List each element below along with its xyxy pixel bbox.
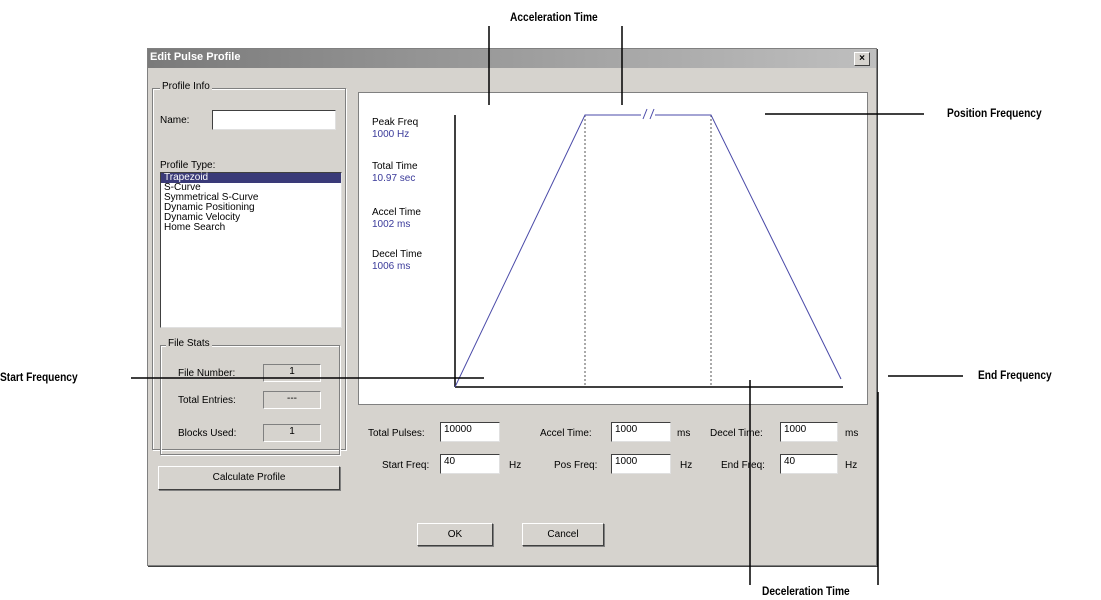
velocity-profile-graph — [454, 108, 843, 388]
decel-unit: ms — [845, 428, 859, 439]
pos-freq-field[interactable]: 1000 — [611, 454, 671, 474]
ok-button[interactable]: OK — [417, 523, 493, 546]
position-frequency-callout: Position Frequency — [947, 106, 1042, 120]
start-unit: Hz — [509, 460, 522, 471]
profile-line-end — [655, 114, 842, 380]
list-item[interactable]: Home Search — [161, 223, 341, 233]
profile-chart-panel: Peak Freq 1000 Hz Total Time 10.97 sec A… — [358, 92, 868, 405]
profile-info-label: Profile Info — [160, 81, 212, 92]
file-number-label: File Number: — [178, 368, 236, 379]
name-label: Name: — [160, 115, 190, 126]
profile-type-list[interactable]: Trapezoid S-Curve Symmetrical S-Curve Dy… — [160, 172, 342, 328]
decel-time-field-label: Decel Time: — [710, 428, 763, 439]
close-button[interactable]: × — [854, 52, 870, 66]
close-icon: × — [859, 53, 865, 64]
end-freq-label: End Freq: — [721, 460, 765, 471]
end-frequency-callout: End Frequency — [978, 368, 1052, 382]
acceleration-time-callout: Acceleration Time — [510, 10, 598, 24]
total-pulses-label: Total Pulses: — [368, 428, 425, 439]
total-entries-label: Total Entries: — [178, 395, 236, 406]
pos-freq-label: Pos Freq: — [554, 460, 598, 471]
dialog-title: Edit Pulse Profile — [150, 51, 241, 63]
total-entries-value: --- — [263, 391, 321, 409]
total-pulses-field[interactable]: 10000 — [440, 422, 500, 442]
accel-time-field-label: Accel Time: — [540, 428, 592, 439]
deceleration-time-callout: Deceleration Time — [762, 584, 850, 598]
end-freq-field[interactable]: 40 — [780, 454, 838, 474]
name-field[interactable] — [212, 110, 336, 130]
end-unit: Hz — [845, 460, 858, 471]
pos-unit: Hz — [680, 460, 693, 471]
blocks-used-label: Blocks Used: — [178, 428, 237, 439]
title-bar[interactable]: Edit Pulse Profile × — [148, 49, 876, 68]
accel-time-field[interactable]: 1000 — [611, 422, 671, 442]
break-mark-right — [649, 108, 655, 120]
start-freq-field[interactable]: 40 — [440, 454, 500, 474]
cancel-button[interactable]: Cancel — [522, 523, 604, 546]
break-mark-left — [642, 108, 648, 120]
profile-type-label: Profile Type: — [160, 160, 216, 171]
calculate-profile-button[interactable]: Calculate Profile — [158, 466, 340, 490]
file-number-value: 1 — [263, 364, 321, 382]
blocks-used-value: 1 — [263, 424, 321, 442]
start-freq-label: Start Freq: — [382, 460, 430, 471]
profile-line — [454, 114, 641, 388]
accel-unit: ms — [677, 428, 691, 439]
decel-time-field[interactable]: 1000 — [780, 422, 838, 442]
file-stats-label: File Stats — [166, 338, 212, 349]
start-frequency-callout: Start Frequency — [0, 370, 78, 384]
